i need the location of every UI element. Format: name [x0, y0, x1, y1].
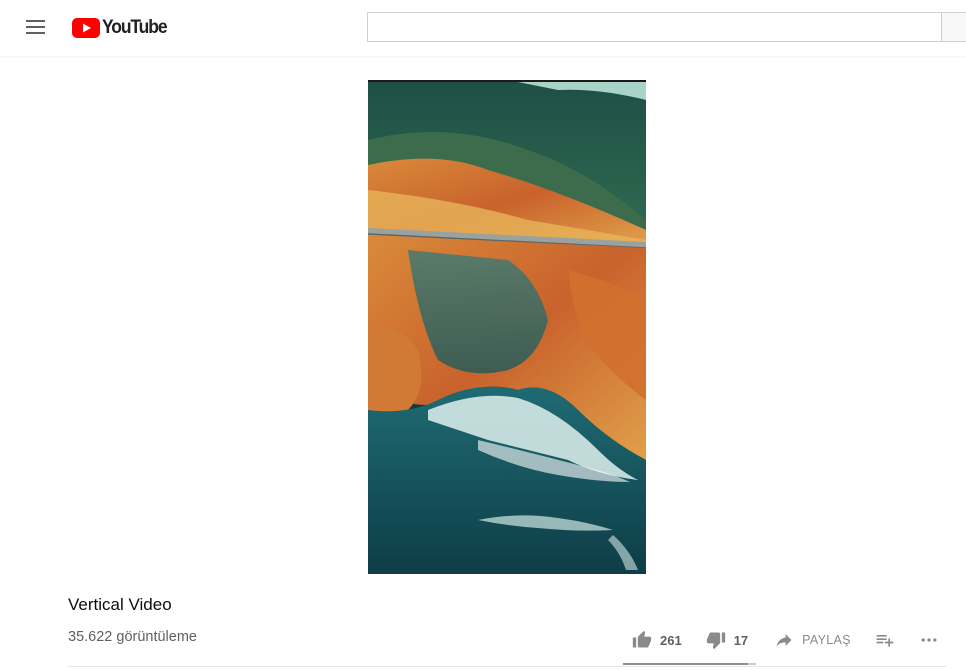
video-frame	[368, 80, 646, 574]
like-button[interactable]: 261	[632, 630, 682, 650]
divider	[68, 666, 946, 667]
sentiment-bar-fill	[623, 663, 749, 665]
more-actions-button[interactable]	[919, 630, 939, 650]
youtube-logo[interactable]: YouTube	[72, 17, 172, 39]
menu-icon[interactable]	[26, 20, 46, 36]
video-actions: 261 17 PAYLAŞ	[623, 626, 939, 654]
like-count: 261	[660, 632, 682, 648]
video-title: Vertical Video	[68, 595, 172, 614]
view-count: 35.622 görüntüleme	[68, 629, 197, 645]
share-label: PAYLAŞ	[802, 633, 851, 647]
sentiment-bar	[623, 663, 756, 665]
video-player[interactable]	[368, 80, 646, 574]
logo-text: YouTube	[102, 17, 168, 38]
share-icon	[776, 634, 792, 647]
search-input[interactable]	[367, 12, 942, 42]
dislike-count: 17	[733, 632, 749, 648]
add-to-playlist-button[interactable]	[875, 630, 895, 650]
youtube-logo-icon	[72, 18, 100, 38]
dislike-button[interactable]: 17	[706, 630, 748, 650]
search-button[interactable]	[942, 12, 966, 42]
thumb-up-icon	[632, 630, 652, 648]
thumb-down-icon	[706, 632, 725, 650]
more-horiz-icon	[921, 638, 937, 642]
playlist-add-icon	[876, 635, 894, 647]
masthead: YouTube	[0, 0, 966, 56]
share-button[interactable]: PAYLAŞ	[774, 630, 851, 650]
